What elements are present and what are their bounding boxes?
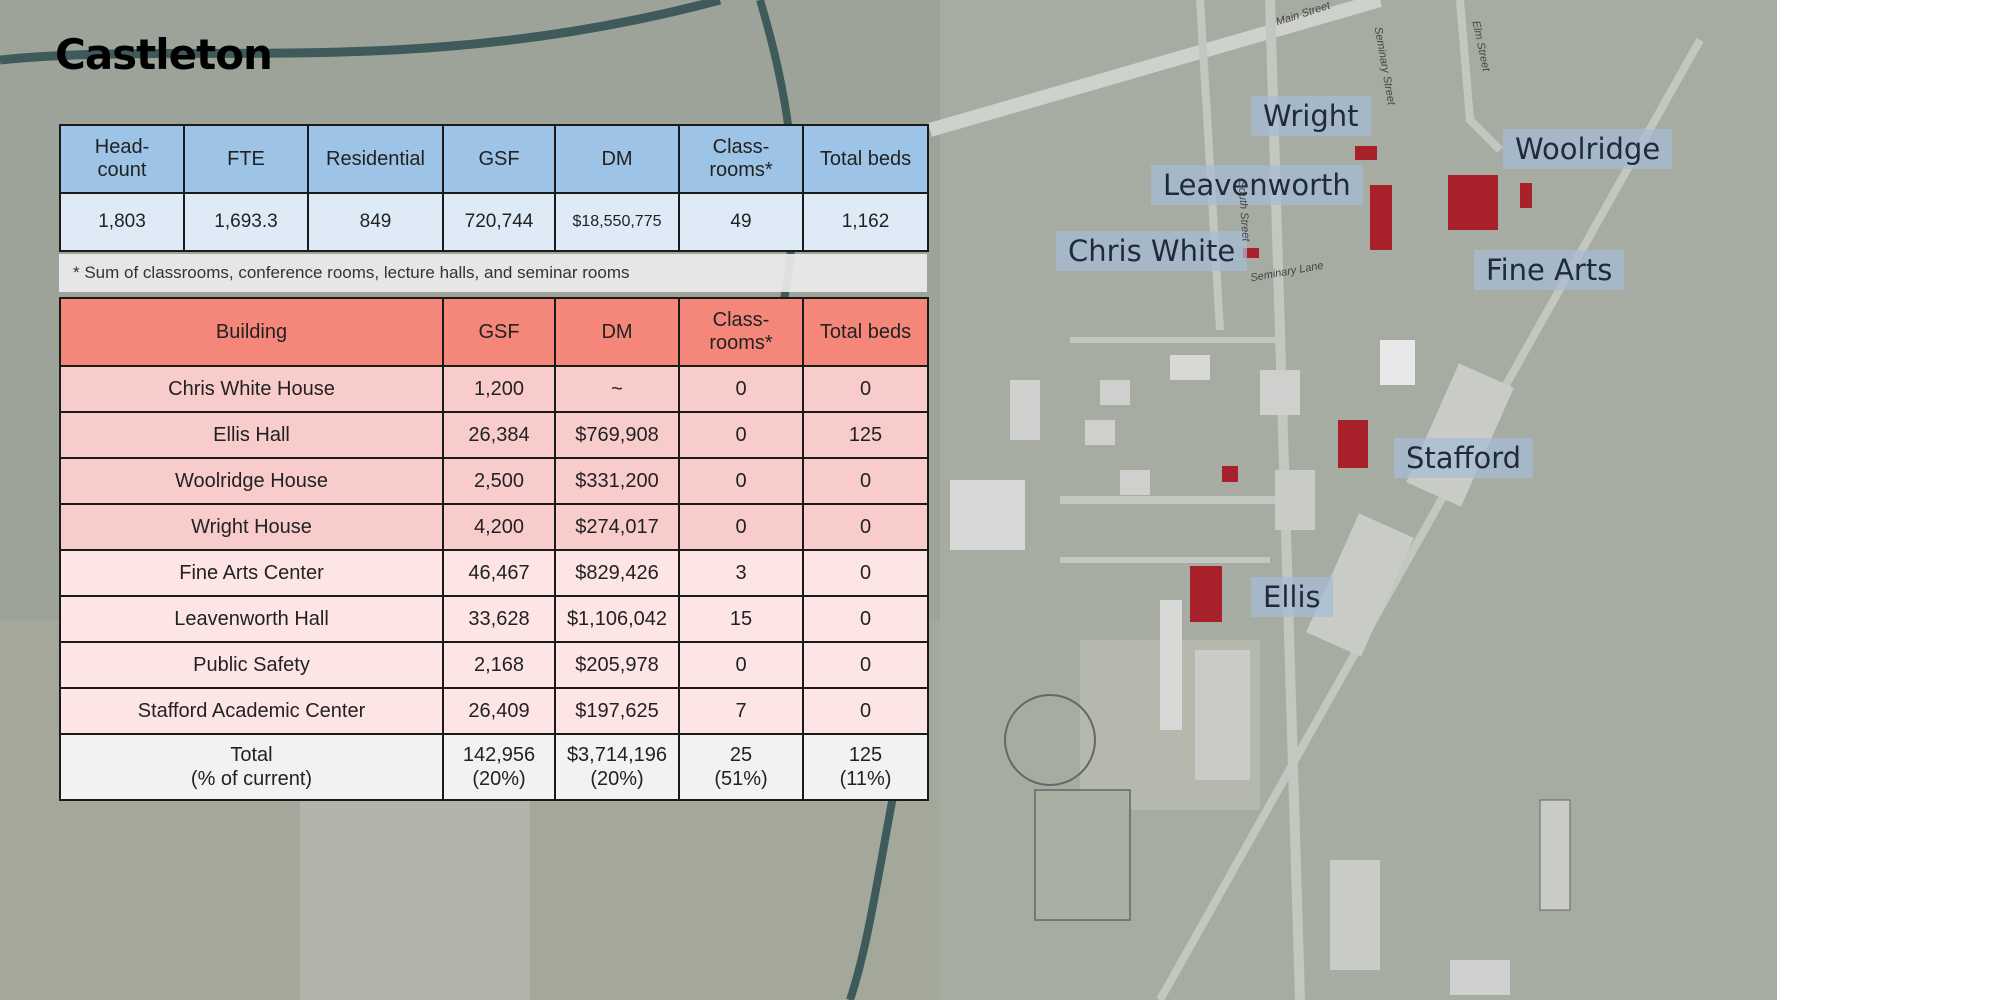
building-classrooms: 15	[678, 595, 804, 643]
summary-classrooms: 49	[678, 192, 804, 252]
summary-residential: 849	[307, 192, 444, 252]
table-row: Stafford Academic Center 26,409 $197,625…	[59, 687, 929, 735]
buildings-header-gsf: GSF	[442, 297, 556, 367]
summary-fte: 1,693.3	[183, 192, 309, 252]
buildings-header-building: Building	[59, 297, 444, 367]
building-classrooms: 0	[678, 641, 804, 689]
footnote: * Sum of classrooms, conference rooms, l…	[59, 254, 927, 292]
summary-total-beds: 1,162	[802, 192, 929, 252]
wright-building-highlight	[1355, 146, 1377, 160]
table-row: Leavenworth Hall 33,628 $1,106,042 15 0	[59, 595, 929, 643]
total-dm: $3,714,196 (20%)	[554, 733, 680, 801]
summary-header-gsf: GSF	[442, 124, 556, 194]
summary-header-dm: DM	[554, 124, 680, 194]
summary-header-headcount: Head- count	[59, 124, 185, 194]
building-classrooms: 0	[678, 503, 804, 551]
building-gsf: 1,200	[442, 365, 556, 413]
table-row: Chris White House 1,200 ~ 0 0	[59, 365, 929, 413]
summary-header-fte: FTE	[183, 124, 309, 194]
building-beds: 0	[802, 687, 929, 735]
table-row: Public Safety 2,168 $205,978 0 0	[59, 641, 929, 689]
building-classrooms: 0	[678, 457, 804, 505]
map-label-ellis: Ellis	[1251, 577, 1333, 617]
building-name: Chris White House	[59, 365, 444, 413]
table-row: Woolridge House 2,500 $331,200 0 0	[59, 457, 929, 505]
page-title: Castleton	[55, 30, 273, 79]
map-label-leavenworth: Leavenworth	[1151, 165, 1363, 205]
building-name: Leavenworth Hall	[59, 595, 444, 643]
building-classrooms: 0	[678, 411, 804, 459]
table-row: Wright House 4,200 $274,017 0 0	[59, 503, 929, 551]
map-label-fine-arts: Fine Arts	[1474, 250, 1625, 290]
summary-table: Head- count FTE Residential GSF DM Class…	[59, 124, 929, 252]
summary-header-total-beds: Total beds	[802, 124, 929, 194]
fine-arts-building-highlight	[1448, 175, 1498, 230]
building-classrooms: 7	[678, 687, 804, 735]
building-name: Stafford Academic Center	[59, 687, 444, 735]
building-gsf: 33,628	[442, 595, 556, 643]
buildings-table: Building GSF DM Class- rooms* Total beds…	[59, 297, 929, 801]
building-name: Woolridge House	[59, 457, 444, 505]
stafford-building-highlight	[1338, 420, 1368, 468]
building-beds: 0	[802, 595, 929, 643]
map-label-stafford: Stafford	[1394, 438, 1534, 478]
summary-headcount: 1,803	[59, 192, 185, 252]
building-name: Wright House	[59, 503, 444, 551]
ellis-building-highlight	[1190, 566, 1222, 622]
building-gsf: 26,409	[442, 687, 556, 735]
building-dm: $197,625	[554, 687, 680, 735]
building-beds: 0	[802, 457, 929, 505]
building-dm: $829,426	[554, 549, 680, 597]
building-beds: 0	[802, 549, 929, 597]
building-name: Fine Arts Center	[59, 549, 444, 597]
building-dm: ~	[554, 365, 680, 413]
building-dm: $1,106,042	[554, 595, 680, 643]
total-beds: 125 (11%)	[802, 733, 929, 801]
buildings-header-dm: DM	[554, 297, 680, 367]
building-dm: $205,978	[554, 641, 680, 689]
building-gsf: 2,500	[442, 457, 556, 505]
building-beds: 125	[802, 411, 929, 459]
buildings-header-classrooms: Class- rooms*	[678, 297, 804, 367]
total-gsf: 142,956 (20%)	[442, 733, 556, 801]
building-gsf: 46,467	[442, 549, 556, 597]
building-beds: 0	[802, 503, 929, 551]
building-gsf: 26,384	[442, 411, 556, 459]
building-name: Ellis Hall	[59, 411, 444, 459]
map-label-woolridge: Woolridge	[1503, 129, 1673, 169]
public-safety-building-highlight	[1222, 466, 1238, 482]
summary-gsf: 720,744	[442, 192, 556, 252]
woolridge-building-highlight	[1520, 183, 1532, 208]
summary-header-classrooms: Class- rooms*	[678, 124, 804, 194]
buildings-header-total-beds: Total beds	[802, 297, 929, 367]
leavenworth-building-highlight	[1370, 185, 1392, 250]
summary-dm: $18,550,775	[554, 192, 680, 252]
map-label-wright: Wright	[1251, 96, 1371, 136]
building-dm: $769,908	[554, 411, 680, 459]
total-row: Total (% of current) 142,956 (20%) $3,71…	[59, 733, 929, 801]
building-name: Public Safety	[59, 641, 444, 689]
building-gsf: 4,200	[442, 503, 556, 551]
building-classrooms: 0	[678, 365, 804, 413]
building-beds: 0	[802, 365, 929, 413]
building-beds: 0	[802, 641, 929, 689]
total-label: Total (% of current)	[59, 733, 444, 801]
total-classrooms: 25 (51%)	[678, 733, 804, 801]
table-row: Ellis Hall 26,384 $769,908 0 125	[59, 411, 929, 459]
building-gsf: 2,168	[442, 641, 556, 689]
map-label-chris-white: Chris White	[1056, 231, 1248, 271]
summary-header-residential: Residential	[307, 124, 444, 194]
table-row: Fine Arts Center 46,467 $829,426 3 0	[59, 549, 929, 597]
building-classrooms: 3	[678, 549, 804, 597]
building-dm: $274,017	[554, 503, 680, 551]
building-dm: $331,200	[554, 457, 680, 505]
